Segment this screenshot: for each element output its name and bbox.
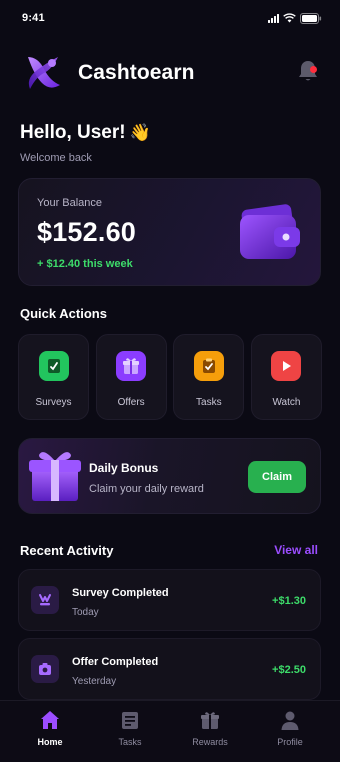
bottom-nav: Home Tasks Rewards Profile (0, 700, 340, 762)
notification-button[interactable] (296, 58, 320, 84)
quick-action-surveys[interactable]: Surveys (18, 334, 89, 420)
quick-action-watch[interactable]: Watch (250, 334, 322, 420)
notification-dot (310, 66, 317, 73)
status-icons (268, 12, 322, 24)
quick-action-label: Watch (272, 397, 301, 408)
quick-action-label: Tasks (196, 397, 222, 408)
nav-rewards[interactable]: Rewards (180, 709, 240, 762)
nav-home[interactable]: Home (20, 709, 80, 762)
quick-action-tasks[interactable]: Tasks (173, 334, 245, 420)
wave-emoji: 👋 (129, 123, 151, 142)
battery-icon (300, 12, 322, 24)
activity-title: Survey Completed (72, 587, 169, 599)
greeting-subtitle: Welcome back (20, 152, 92, 164)
nav-label: Tasks (118, 737, 142, 747)
logo-icon (28, 57, 60, 89)
app-header: Cashtoearn (22, 50, 322, 96)
profile-icon (281, 711, 299, 730)
balance-card[interactable]: Your Balance $152.60 + $12.40 this week (18, 178, 321, 286)
quick-action-label: Surveys (35, 397, 72, 408)
activity-amount: +$2.50 (272, 664, 306, 676)
task-icon (193, 351, 224, 381)
activity-amount: +$1.30 (272, 595, 306, 607)
gift-icon (29, 452, 81, 501)
signal-icon (268, 13, 279, 23)
camera-icon (31, 655, 59, 683)
activity-item[interactable]: Offer Completed Yesterday +$2.50 (18, 638, 321, 700)
nav-label: Rewards (192, 737, 228, 747)
wallet-icon (240, 204, 300, 259)
quick-actions: Surveys Offers Tasks Watch (18, 334, 322, 420)
claim-button[interactable]: Claim (248, 461, 306, 493)
daily-bonus-title: Daily Bonus (89, 461, 159, 475)
gift-icon (116, 351, 147, 381)
nav-tasks[interactable]: Tasks (100, 709, 160, 762)
nav-label: Home (37, 737, 63, 747)
greeting-title: Hello, User! (20, 122, 126, 143)
view-all-link[interactable]: View all (274, 543, 318, 557)
daily-bonus-subtitle: Claim your daily reward (89, 483, 204, 495)
greeting: Hello, User! 👋 Welcome back (20, 122, 151, 164)
quick-action-label: Offers (117, 397, 145, 408)
home-icon (41, 711, 59, 729)
app-name: Cashtoearn (78, 61, 195, 84)
activity-item[interactable]: Survey Completed Today +$1.30 (18, 569, 321, 631)
status-time: 9:41 (22, 12, 45, 24)
nav-label: Profile (277, 737, 303, 747)
activity-title: Offer Completed (72, 656, 159, 668)
survey-icon (38, 351, 69, 381)
daily-bonus-card: Daily Bonus Claim your daily reward Clai… (18, 438, 321, 514)
play-icon (271, 351, 302, 381)
activity-date: Today (72, 607, 99, 618)
nav-profile[interactable]: Profile (260, 709, 320, 762)
quick-actions-title: Quick Actions (20, 306, 107, 321)
tasks-icon (122, 712, 138, 729)
recent-activity-title: Recent Activity (20, 543, 114, 558)
wifi-icon (283, 13, 296, 23)
survey-icon (31, 586, 59, 614)
activity-date: Yesterday (72, 676, 117, 687)
quick-action-offers[interactable]: Offers (95, 334, 167, 420)
rewards-icon (201, 712, 219, 729)
status-bar: 9:41 (0, 0, 340, 36)
